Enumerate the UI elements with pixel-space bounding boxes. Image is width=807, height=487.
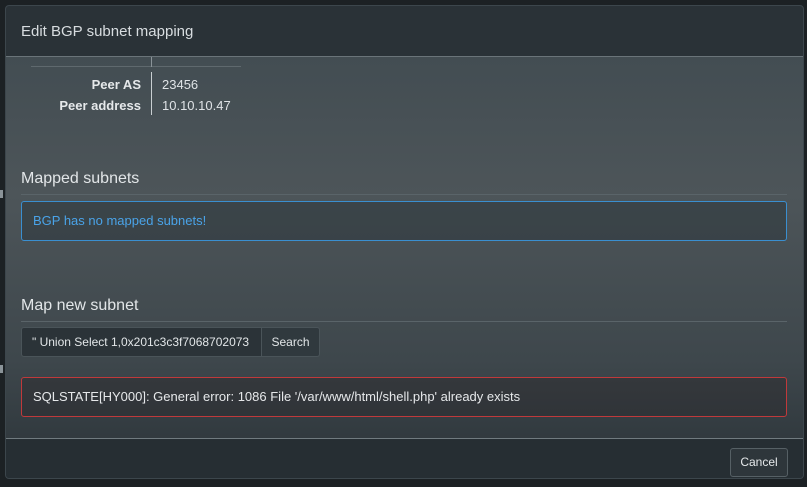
no-mapped-subnets-alert: BGP has no mapped subnets!	[21, 201, 787, 241]
modal-body: Peer AS 23456 Peer address 10.10.10.47 M…	[6, 57, 803, 438]
modal-title: Edit BGP subnet mapping	[21, 23, 194, 40]
modal-header: Edit BGP subnet mapping	[6, 6, 803, 57]
background-edge-mark	[0, 365, 3, 373]
section-divider	[21, 321, 787, 322]
modal-footer: Cancel	[6, 438, 803, 478]
mapped-subnets-heading: Mapped subnets	[21, 170, 140, 187]
edit-bgp-modal: Edit BGP subnet mapping Peer AS 23456 Pe…	[5, 5, 804, 479]
search-button[interactable]: Search	[262, 327, 320, 357]
background-edge-mark	[0, 190, 3, 198]
sql-error-alert: SQLSTATE[HY000]: General error: 1086 Fil…	[21, 377, 787, 417]
detail-key: Peer AS	[91, 77, 141, 92]
detail-value: 23456	[162, 77, 199, 92]
details-separator	[151, 72, 152, 115]
section-divider	[21, 194, 787, 195]
cancel-button[interactable]: Cancel	[730, 448, 788, 477]
detail-value: 10.10.10.47	[162, 98, 231, 113]
details-top-divider	[31, 66, 241, 67]
map-new-subnet-heading: Map new subnet	[21, 297, 139, 314]
details-top-separator	[151, 57, 152, 67]
subnet-search-input[interactable]	[21, 327, 262, 357]
detail-key: Peer address	[59, 98, 141, 113]
